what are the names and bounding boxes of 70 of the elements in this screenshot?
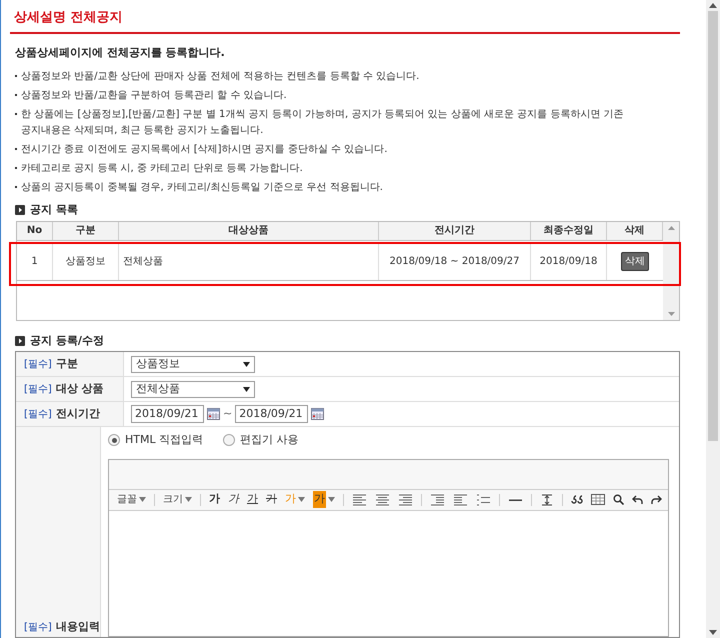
table-cell: 1: [17, 242, 53, 280]
required-tag: [필수]: [24, 620, 52, 635]
note-text: 한 상품에는 [상품정보],[반품/교환] 구분 별 1개씩 공지 등록이 가능하며, 공지가 등록되어 있는 상품에 새로운 공지를 등록하시면 기존: [21, 108, 624, 122]
section-heading: 공지 목록: [30, 202, 78, 218]
note-text: 카테고리로 공지 등록 시, 중 카테고리 단위로 등록 가능합니다.: [21, 162, 303, 176]
radio-button[interactable]: [223, 434, 236, 446]
caret-icon: [139, 497, 146, 502]
align-center-icon[interactable]: [376, 494, 389, 506]
note-text: 공지내용은 삭제되며, 최근 등록한 공지가 노출됩니다.: [21, 124, 264, 138]
italic-button[interactable]: 가: [228, 491, 239, 508]
dropdown-arrow-icon: [243, 386, 250, 392]
field-label: 대상 상품: [56, 380, 104, 397]
radio-button[interactable]: [108, 434, 120, 446]
section-bullet-icon: [15, 336, 25, 346]
column-header: 구분: [53, 222, 119, 240]
align-left-icon[interactable]: [353, 494, 366, 506]
delete-button[interactable]: 삭제: [621, 252, 649, 270]
note-text: 상품정보와 반품/교환 상단에 판매자 상품 전체에 적용하는 컨텐츠를 등록할 수 있습니다.: [21, 70, 420, 84]
note-text: 상품의 공지등록이 중복될 경우, 카테고리/최신등록일 기준으로 우선 적용됩니다.: [21, 181, 383, 195]
quote-icon[interactable]: [571, 494, 583, 504]
calendar-icon[interactable]: [311, 408, 324, 420]
radio-label: 편집기 사용: [240, 432, 299, 448]
line-height-icon[interactable]: [541, 494, 553, 506]
undo-icon[interactable]: [632, 494, 643, 504]
section-bullet-icon: [15, 205, 25, 216]
required-tag: [필수]: [24, 356, 52, 372]
list-icon[interactable]: [477, 494, 490, 506]
column-header: 최종수정일: [531, 222, 607, 240]
intro-text: 상품상세페이지에 전체공지를 등록합니다.: [15, 44, 226, 60]
date-field[interactable]: 2018/09/21: [131, 405, 204, 423]
dropdown-arrow-icon: [243, 362, 250, 366]
column-header: 전시기간: [379, 222, 531, 240]
align-right-icon[interactable]: [399, 494, 412, 506]
section-heading: 공지 등록/수정: [30, 332, 104, 348]
indent-icon[interactable]: [431, 494, 444, 506]
table-cell: 2018/09/18 ~ 2018/09/27: [379, 242, 531, 280]
scroll-down-icon[interactable]: [709, 630, 717, 635]
field-label: 내용입력: [56, 618, 100, 634]
date-field[interactable]: 2018/09/21: [235, 405, 308, 423]
caret-icon: [328, 497, 335, 502]
field-label: 전시기간: [56, 406, 100, 422]
calendar-icon[interactable]: [207, 408, 220, 420]
select-field[interactable]: 상품정보: [131, 356, 255, 372]
search-icon[interactable]: [613, 494, 624, 505]
toolbar-dropdown[interactable]: 크기: [163, 492, 192, 507]
note-text: 상품정보와 반품/교환을 구분하여 등록관리 할 수 있습니다.: [21, 89, 287, 103]
range-separator: ~: [223, 406, 232, 422]
required-tag: [필수]: [24, 406, 52, 422]
underline-button[interactable]: 가: [247, 491, 258, 508]
column-header: No: [17, 222, 53, 240]
note-text: 전시기간 종료 이전에도 공지목록에서 [삭제]하시면 공지를 중단하실 수 있습니다.: [21, 143, 388, 157]
radio-label: HTML 직접입력: [125, 432, 204, 448]
field-label: 구분: [56, 356, 78, 372]
scrollbar-thumb[interactable]: [708, 11, 718, 441]
required-tag: [필수]: [24, 382, 52, 396]
column-header: 대상상품: [119, 222, 379, 240]
page-title: 상세설명 전체공지: [14, 9, 124, 27]
toolbar-dropdown[interactable]: 글꼴: [117, 492, 146, 507]
table-cell: 상품정보: [53, 242, 119, 280]
select-field[interactable]: 전체상품: [131, 380, 255, 398]
table-cell: 전체상품: [119, 242, 379, 280]
caret-icon: [185, 497, 192, 502]
outdent-icon[interactable]: [454, 494, 467, 506]
bold-button[interactable]: 가: [209, 491, 220, 508]
table-cell: 2018/09/18: [531, 242, 607, 280]
table-icon[interactable]: [591, 494, 605, 505]
caret-icon: [298, 497, 305, 502]
scroll-up-icon[interactable]: [709, 3, 717, 8]
strikethrough-button[interactable]: 가: [266, 491, 277, 508]
redo-icon[interactable]: [651, 494, 662, 504]
